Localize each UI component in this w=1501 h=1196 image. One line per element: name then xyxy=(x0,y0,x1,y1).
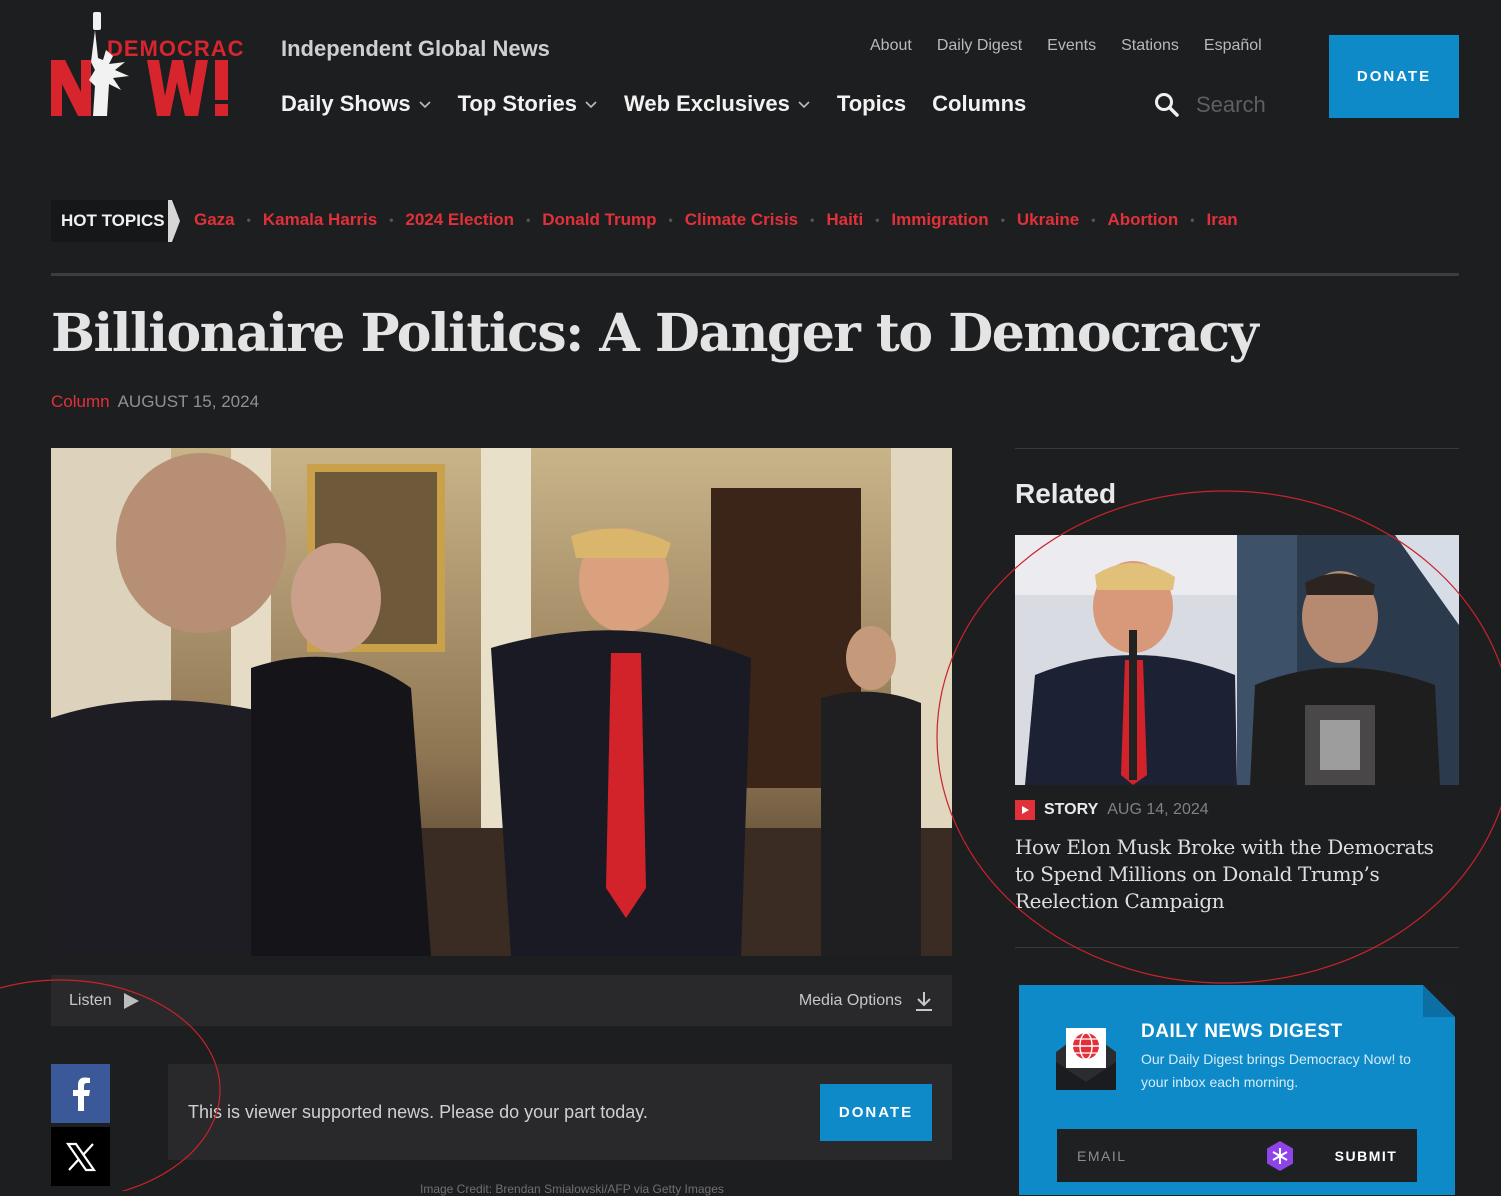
hot-topic-haiti[interactable]: Haiti xyxy=(826,210,863,230)
related-heading: Related xyxy=(1015,478,1117,509)
hot-topics-arrow-icon xyxy=(168,200,180,242)
related-kind: STORY xyxy=(1044,801,1099,818)
search-area xyxy=(1154,91,1278,119)
separator-dot: • xyxy=(810,213,815,227)
nav-label: Top Stories xyxy=(457,91,577,116)
related-divider-top xyxy=(1015,448,1459,449)
media-options-label: Media Options xyxy=(798,991,902,1009)
hot-topic-immigration[interactable]: Immigration xyxy=(891,210,988,230)
svg-text:DEMOCRACY: DEMOCRACY xyxy=(107,36,243,61)
chevron-down-icon xyxy=(419,101,431,109)
separator-dot: • xyxy=(668,213,673,227)
x-share-button[interactable] xyxy=(51,1127,110,1186)
hot-topic-gaza[interactable]: Gaza xyxy=(194,210,235,230)
util-nav-about[interactable]: About xyxy=(870,37,912,55)
support-text: This is viewer supported news. Please do… xyxy=(188,1101,648,1122)
separator-dot: • xyxy=(1091,213,1096,227)
nav-web-exclusives[interactable]: Web Exclusives xyxy=(624,91,811,117)
facebook-share-button[interactable] xyxy=(51,1064,110,1123)
chevron-down-icon xyxy=(798,101,810,109)
audio-player-bar: Listen Media Options xyxy=(51,975,952,1026)
hot-topic-donald-trump[interactable]: Donald Trump xyxy=(542,210,656,230)
hot-topics-list: Gaza • Kamala Harris • 2024 Election • D… xyxy=(194,210,1238,230)
search-icon[interactable] xyxy=(1154,92,1180,118)
util-nav-stations[interactable]: Stations xyxy=(1121,37,1179,55)
download-icon xyxy=(916,991,932,1011)
site-logo[interactable]: DEMOCRACY xyxy=(51,10,259,118)
related-divider-bottom xyxy=(1015,947,1459,948)
hot-topic-iran[interactable]: Iran xyxy=(1207,210,1238,230)
separator-dot: • xyxy=(1000,213,1005,227)
video-play-icon xyxy=(1015,800,1035,820)
nav-label: Columns xyxy=(932,91,1027,116)
nav-daily-shows[interactable]: Daily Shows xyxy=(281,91,432,117)
util-nav-espanol[interactable]: Español xyxy=(1204,37,1262,55)
hot-topic-kamala-harris[interactable]: Kamala Harris xyxy=(263,210,377,230)
digest-description: Our Daily Digest brings Democracy Now! t… xyxy=(1141,1051,1411,1090)
play-icon xyxy=(123,992,139,1009)
article-type-link[interactable]: Column xyxy=(51,392,110,412)
donate-button-header[interactable]: DONATE xyxy=(1329,35,1459,118)
separator-dot: • xyxy=(389,213,394,227)
section-divider xyxy=(51,273,1459,276)
nav-columns[interactable]: Columns xyxy=(932,91,1026,117)
support-banner: This is viewer supported news. Please do… xyxy=(168,1064,952,1160)
chevron-down-icon xyxy=(585,101,597,109)
hot-topics-label: HOT TOPICS xyxy=(51,200,175,242)
related-meta: STORY AUG 14, 2024 xyxy=(1015,800,1209,820)
email-field[interactable] xyxy=(1075,1146,1259,1165)
listen-button[interactable]: Listen xyxy=(69,992,140,1010)
related-story-image[interactable] xyxy=(1015,535,1459,785)
separator-dot: • xyxy=(875,213,880,227)
digest-title: DAILY NEWS DIGEST xyxy=(1141,1021,1343,1042)
nav-topics[interactable]: Topics xyxy=(837,91,906,117)
x-icon xyxy=(65,1142,96,1171)
site-tagline: Independent Global News xyxy=(281,36,550,61)
hot-topic-climate-crisis[interactable]: Climate Crisis xyxy=(685,210,798,230)
related-date: AUG 14, 2024 xyxy=(1107,801,1209,818)
utility-nav: About Daily Digest Events Stations Españ… xyxy=(870,37,1262,55)
separator-dot: • xyxy=(1190,213,1195,227)
nav-top-stories[interactable]: Top Stories xyxy=(458,91,598,117)
article-hero-image xyxy=(51,448,952,956)
password-manager-icon[interactable] xyxy=(1264,1140,1296,1172)
media-options-button[interactable]: Media Options xyxy=(799,990,934,1012)
util-nav-daily-digest[interactable]: Daily Digest xyxy=(937,37,1022,55)
hot-topic-abortion[interactable]: Abortion xyxy=(1107,210,1178,230)
nav-label: Topics xyxy=(836,91,907,116)
listen-label: Listen xyxy=(69,991,112,1009)
hot-topic-2024-election[interactable]: 2024 Election xyxy=(405,210,514,230)
submit-button[interactable]: SUBMIT xyxy=(1315,1129,1417,1182)
corner-fold-icon xyxy=(1423,985,1455,1017)
hot-topic-ukraine[interactable]: Ukraine xyxy=(1017,210,1079,230)
main-nav: Daily Shows Top Stories Web Exclusives T… xyxy=(281,91,1026,117)
nav-label: Daily Shows xyxy=(281,91,411,116)
image-credit-caption: Image Credit: Brendan Smialowski/AFP via… xyxy=(420,1182,724,1196)
util-nav-events[interactable]: Events xyxy=(1047,37,1096,55)
nav-label: Web Exclusives xyxy=(623,91,790,116)
facebook-icon xyxy=(72,1077,90,1111)
related-story-headline[interactable]: How Elon Musk Broke with the Democrats t… xyxy=(1015,834,1445,915)
article-title: Billionaire Politics: A Danger to Democr… xyxy=(51,303,1259,364)
envelope-globe-icon xyxy=(1056,1028,1116,1090)
article-date: AUGUST 15, 2024 xyxy=(117,392,260,411)
separator-dot: • xyxy=(526,213,531,227)
donate-button-support[interactable]: DONATE xyxy=(820,1083,932,1141)
search-input[interactable] xyxy=(1194,91,1278,119)
article-meta: Column AUGUST 15, 2024 xyxy=(51,392,259,412)
separator-dot: • xyxy=(246,213,251,227)
